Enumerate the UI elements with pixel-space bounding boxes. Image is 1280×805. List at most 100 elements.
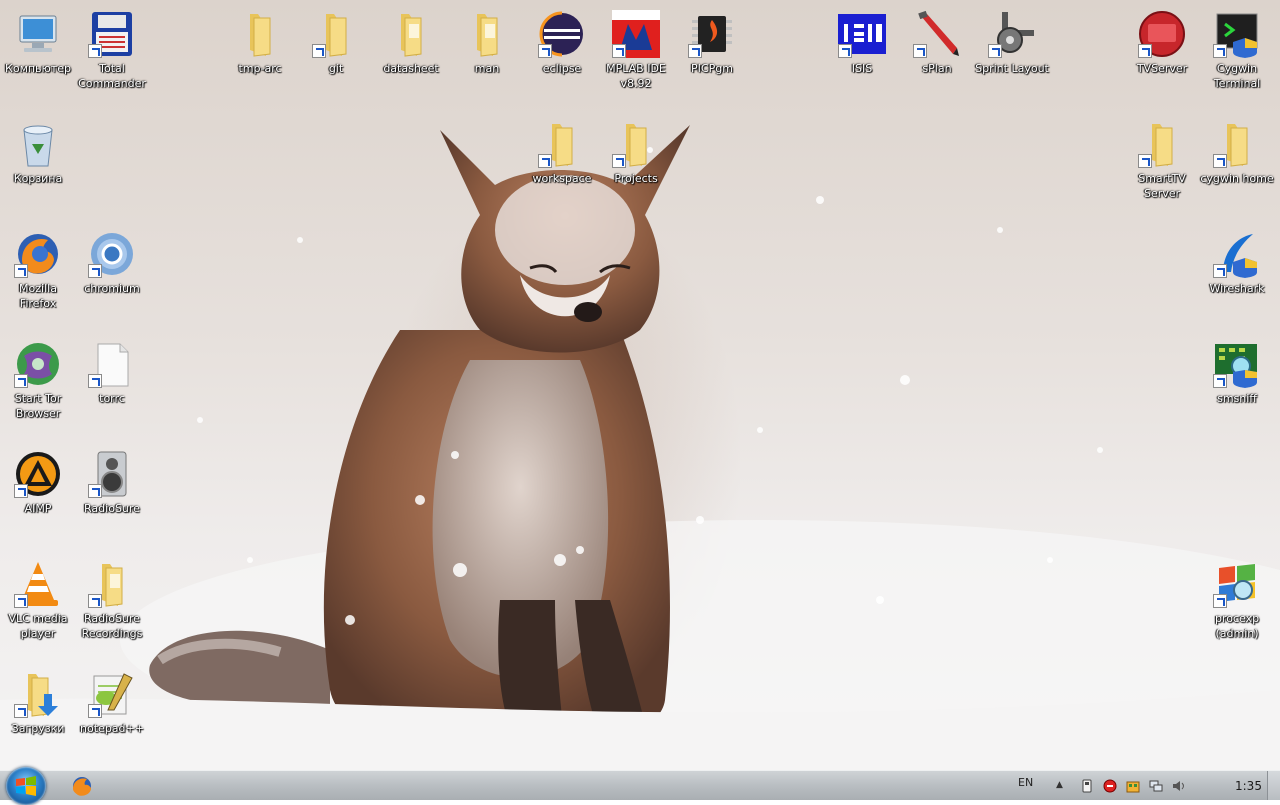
pencil-icon — [913, 10, 961, 58]
desktop-icon-isis[interactable]: ISIS — [824, 6, 900, 106]
show-desktop-button[interactable] — [1267, 771, 1280, 800]
shortcut-arrow-icon — [88, 484, 102, 498]
mplab-icon — [612, 10, 660, 58]
shortcut-arrow-icon — [688, 44, 702, 58]
icon-label: Wireshark — [1209, 282, 1265, 295]
icon-label: tmp-arc — [238, 62, 282, 75]
shortcut-arrow-icon — [14, 264, 28, 278]
system-tray: EN ▲ 1:35 — [1010, 771, 1280, 801]
smsniff-icon — [1213, 340, 1261, 388]
folder-icon — [387, 10, 435, 58]
icon-label: VLC media player — [8, 612, 68, 640]
procexp-icon — [1213, 560, 1261, 608]
desktop-icon-tor-browser[interactable]: Start Tor Browser — [0, 336, 76, 436]
icon-label: torrc — [99, 392, 125, 405]
icon-label: chromium — [84, 282, 140, 295]
desktop-icon-downloads[interactable]: Загрузки — [0, 666, 76, 766]
folder-icon — [538, 120, 586, 168]
safely-remove-icon[interactable] — [1080, 779, 1094, 793]
desktop-icon-recycle-bin[interactable]: Корзина — [0, 116, 76, 216]
volume-icon[interactable] — [1172, 779, 1186, 793]
desktop-icon-datasheet[interactable]: datasheet — [373, 6, 449, 106]
icon-label: Загрузки — [11, 722, 65, 735]
folder-icon — [236, 10, 284, 58]
language-indicator[interactable]: EN — [1018, 776, 1033, 789]
windows-logo-icon — [16, 776, 36, 796]
desktop[interactable]: Компьютер Total Commander tmp-arc git da… — [0, 0, 1280, 770]
folder-icon — [312, 10, 360, 58]
icon-label: smsniff — [1217, 392, 1257, 405]
desktop-icon-picpgm[interactable]: PICPgm — [674, 6, 750, 106]
desktop-icon-smarttv-server[interactable]: SmartTV Server — [1124, 116, 1200, 216]
network-app-icon[interactable] — [1126, 779, 1140, 793]
icon-label: sPlan — [922, 62, 952, 75]
icon-label: Total Commander — [78, 62, 146, 90]
desktop-icon-cygwin-home[interactable]: cygwin home — [1199, 116, 1275, 216]
desktop-icon-radiosure-recordings[interactable]: RadioSure Recordings — [74, 556, 150, 656]
shortcut-arrow-icon — [612, 154, 626, 168]
desktop-icon-projects[interactable]: Projects — [598, 116, 674, 216]
desktop-icon-cygwin-terminal[interactable]: Cygwin Terminal — [1199, 6, 1275, 106]
shortcut-arrow-icon — [88, 594, 102, 608]
shortcut-arrow-icon — [14, 374, 28, 388]
chip-icon — [688, 10, 736, 58]
aimp-icon — [14, 450, 62, 498]
desktop-icon-workspace[interactable]: workspace — [524, 116, 600, 216]
desktop-icon-notepadpp[interactable]: notepad++ — [74, 666, 150, 766]
folder-icon — [463, 10, 511, 58]
icon-label: cygwin home — [1200, 172, 1274, 185]
desktop-icon-man[interactable]: man — [449, 6, 525, 106]
antivirus-icon[interactable] — [1103, 779, 1117, 793]
desktop-icon-tmp-arc[interactable]: tmp-arc — [222, 6, 298, 106]
desktop-icon-chromium[interactable]: chromium — [74, 226, 150, 326]
shortcut-arrow-icon — [1138, 44, 1152, 58]
desktop-icon-computer[interactable]: Компьютер — [0, 6, 76, 106]
icon-label: Cygwin Terminal — [1213, 62, 1261, 90]
icon-label: TVServer — [1136, 62, 1188, 75]
shortcut-arrow-icon — [1213, 594, 1227, 608]
icon-label: Sprint Layout — [975, 62, 1049, 75]
start-button[interactable] — [6, 767, 46, 805]
icon-label: ISIS — [851, 62, 873, 75]
desktop-icon-aimp[interactable]: AIMP — [0, 446, 76, 546]
shortcut-arrow-icon — [88, 374, 102, 388]
icon-label: RadioSure Recordings — [81, 612, 143, 640]
recycle-bin-icon — [14, 120, 62, 168]
desktop-icon-mplab-ide[interactable]: MPLAB IDE v8.92 — [598, 6, 674, 106]
desktop-icon-git[interactable]: git — [298, 6, 374, 106]
icon-label: Mozilla Firefox — [19, 282, 57, 310]
shortcut-arrow-icon — [988, 44, 1002, 58]
eclipse-icon — [538, 10, 586, 58]
shortcut-arrow-icon — [312, 44, 326, 58]
desktop-icon-torrc[interactable]: torrc — [74, 336, 150, 436]
shortcut-arrow-icon — [88, 264, 102, 278]
desktop-icon-firefox[interactable]: Mozilla Firefox — [0, 226, 76, 326]
icon-label: Компьютер — [5, 62, 71, 75]
desktop-icon-sprint-layout[interactable]: Sprint Layout — [974, 6, 1050, 106]
desktop-icon-smsniff[interactable]: smsniff — [1199, 336, 1275, 436]
firefox-icon — [14, 230, 62, 278]
desktop-icon-splan[interactable]: sPlan — [899, 6, 975, 106]
desktop-icon-procexp[interactable]: procexp (admin) — [1199, 556, 1275, 656]
shortcut-arrow-icon — [14, 484, 28, 498]
desktop-icon-radiosure[interactable]: RadioSure — [74, 446, 150, 546]
desktop-icon-wireshark[interactable]: Wireshark — [1199, 226, 1275, 326]
taskbar-firefox-button[interactable] — [60, 772, 104, 799]
show-hidden-icons-chevron-icon[interactable]: ▲ — [1056, 780, 1063, 790]
icon-label: RadioSure — [84, 502, 140, 515]
network-icon[interactable] — [1149, 779, 1163, 793]
isis-icon — [838, 10, 886, 58]
icon-label: AIMP — [24, 502, 52, 515]
desktop-icon-vlc[interactable]: VLC media player — [0, 556, 76, 656]
icon-label: PICPgm — [691, 62, 733, 75]
icon-label: eclipse — [542, 62, 582, 75]
icon-label: workspace — [532, 172, 592, 185]
desktop-icon-eclipse[interactable]: eclipse — [524, 6, 600, 106]
terminal-icon — [1213, 10, 1261, 58]
desktop-icon-tvserver[interactable]: TVServer — [1124, 6, 1200, 106]
icon-label: Start Tor Browser — [14, 392, 62, 420]
tor-icon — [14, 340, 62, 388]
desktop-icon-total-commander[interactable]: Total Commander — [74, 6, 150, 106]
notepadpp-icon — [88, 670, 136, 718]
clock[interactable]: 1:35 — [1235, 779, 1262, 793]
